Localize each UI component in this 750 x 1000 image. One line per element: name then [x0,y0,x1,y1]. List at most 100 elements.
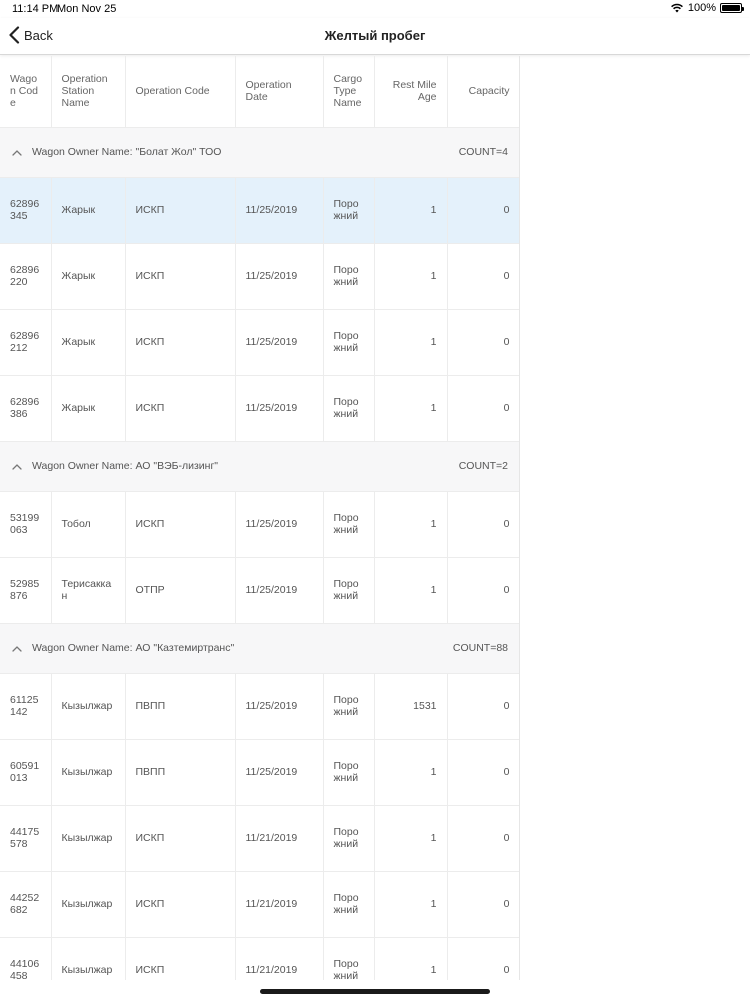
wagon-code-cell: 44106458 [0,937,52,980]
group-cell[interactable]: Wagon Owner Name: АО "ВЭБ-лизинг" COUNT=2 [0,440,519,492]
rest-mile-age-cell: 1 [374,739,448,806]
operation-date-cell: 11/25/2019 [235,557,324,624]
group-header[interactable]: Wagon Owner Name: "Болат Жол" ТОО COUNT=4 [12,146,508,158]
table-row[interactable]: 44175578 Кызылжар ИСКП 11/21/2019 Порожний 1 0 [0,805,519,872]
cargo-type-cell: Порожний [323,739,375,806]
operation-date-cell: 11/25/2019 [235,177,324,244]
group-count: COUNT=4 [458,146,508,158]
cargo-type-cell: Порожний [323,557,375,624]
capacity-cell: 0 [447,557,519,624]
group-cell[interactable]: Wagon Owner Name: АО "Казтемиртранс" COUN… [0,622,519,674]
group-header[interactable]: Wagon Owner Name: АО "ВЭБ-лизинг" COUNT=2 [12,460,508,472]
table-row[interactable]: 61125142 Кызылжар ПВПП 11/25/2019 Порожний 15… [0,673,519,740]
station-name-cell: Жарык [51,375,126,442]
group-left: Wagon Owner Name: АО "ВЭБ-лизинг" [12,460,218,472]
rest-mile-age-cell: 1 [374,375,448,442]
column-header-wagon-code[interactable]: Wagon Code [0,56,52,127]
station-name-cell: Терисаккан [51,557,126,624]
navigation-bar: Back Желтый пробег [0,18,750,55]
group-header[interactable]: Wagon Owner Name: АО "Казтемиртранс" COUN… [12,642,508,654]
station-name-cell: Кызылжар [51,871,126,938]
rest-mile-age-cell: 1531 [374,673,448,740]
wagon-code-cell: 52985876 [0,557,52,624]
rest-mile-age-cell: 1 [374,243,448,310]
column-header-cargo-type[interactable]: Cargo Type Name [323,56,375,127]
table-row[interactable]: 44106458 Кызылжар ИСКП 11/21/2019 Порожний 1 0 [0,937,519,980]
status-date: Mon Nov 25 [57,3,117,15]
operation-date-cell: 11/25/2019 [235,673,324,740]
capacity-cell: 0 [447,937,519,980]
operation-date-cell: 11/21/2019 [235,871,324,938]
data-grid[interactable]: Wagon Code Operation Station Name Operat… [0,56,520,980]
cargo-type-cell: Порожний [323,673,375,740]
operation-date-cell: 11/25/2019 [235,491,324,558]
cargo-type-cell: Порожний [323,491,375,558]
operation-date-cell: 11/25/2019 [235,243,324,310]
operation-date-cell: 11/21/2019 [235,937,324,980]
wagon-code-cell: 62896212 [0,309,52,376]
group-cell[interactable]: Wagon Owner Name: "Болат Жол" ТОО COUNT=4 [0,126,519,178]
home-indicator [260,989,490,994]
capacity-cell: 0 [447,871,519,938]
wagon-code-cell: 60591013 [0,739,52,806]
operation-date-cell: 11/25/2019 [235,309,324,376]
capacity-cell: 0 [447,375,519,442]
wagon-code-cell: 62896386 [0,375,52,442]
group-label: Wagon Owner Name: АО "Казтемиртранс" [32,642,235,654]
group-row[interactable]: Wagon Owner Name: АО "Казтемиртранс" COUN… [0,622,519,674]
cargo-type-cell: Порожний [323,871,375,938]
status-right: 100% [670,2,744,14]
cargo-type-cell: Порожний [323,177,375,244]
station-name-cell: Тобол [51,491,126,558]
chevron-up-icon[interactable] [12,645,22,652]
operation-code-cell: ИСКП [125,871,236,938]
operation-code-cell: ИСКП [125,805,236,872]
status-time: 11:14 PM [12,3,59,15]
wagon-code-cell: 53199063 [0,491,52,558]
table-row[interactable]: 44252682 Кызылжар ИСКП 11/21/2019 Порожний 1 0 [0,871,519,938]
table-row[interactable]: 60591013 Кызылжар ПВПП 11/25/2019 Порожний 1 0 [0,739,519,806]
chevron-up-icon[interactable] [12,463,22,470]
operation-code-cell: ИСКП [125,177,236,244]
cargo-type-cell: Порожний [323,309,375,376]
table-row[interactable]: 52985876 Терисаккан ОТПР 11/25/2019 Порожний… [0,557,519,624]
table-row[interactable]: 53199063 Тобол ИСКП 11/25/2019 Порожний 1 0 [0,491,519,558]
wifi-icon [670,3,683,13]
rest-mile-age-cell: 1 [374,871,448,938]
table-row[interactable]: 62896386 Жарык ИСКП 11/25/2019 Порожний 1 0 [0,375,519,442]
operation-code-cell: ИСКП [125,243,236,310]
station-name-cell: Кызылжар [51,739,126,806]
capacity-cell: 0 [447,805,519,872]
group-row[interactable]: Wagon Owner Name: АО "ВЭБ-лизинг" COUNT=2 [0,440,519,492]
header-row: Wagon Code Operation Station Name Operat… [0,56,519,127]
capacity-cell: 0 [447,309,519,376]
station-name-cell: Жарык [51,243,126,310]
column-header-rest-mile-age[interactable]: Rest Mile Age [374,56,448,127]
operation-code-cell: ПВПП [125,673,236,740]
table-row[interactable]: 62896220 Жарык ИСКП 11/25/2019 Порожний 1 0 [0,243,519,310]
wagon-code-cell: 62896345 [0,177,52,244]
capacity-cell: 0 [447,177,519,244]
capacity-cell: 0 [447,243,519,310]
wagon-code-cell: 44175578 [0,805,52,872]
chevron-up-icon[interactable] [12,149,22,156]
group-row[interactable]: Wagon Owner Name: "Болат Жол" ТОО COUNT=4 [0,126,519,178]
operation-code-cell: ИСКП [125,937,236,980]
column-header-capacity[interactable]: Capacity [447,56,519,127]
group-left: Wagon Owner Name: АО "Казтемиртранс" [12,642,234,654]
capacity-cell: 0 [447,673,519,740]
table-row[interactable]: 62896212 Жарык ИСКП 11/25/2019 Порожний 1 0 [0,309,519,376]
station-name-cell: Кызылжар [51,805,126,872]
table-row[interactable]: 62896345 Жарык ИСКП 11/25/2019 Порожний 1 0 [0,177,519,244]
column-header-operation-date[interactable]: Operation Date [235,56,324,127]
column-header-station-name[interactable]: Operation Station Name [51,56,126,127]
cargo-type-cell: Порожний [323,243,375,310]
status-bar: 11:14 PM Mon Nov 25 100% [0,0,750,18]
column-header-operation-code[interactable]: Operation Code [125,56,236,127]
operation-date-cell: 11/25/2019 [235,739,324,806]
rest-mile-age-cell: 1 [374,937,448,980]
wagon-code-cell: 62896220 [0,243,52,310]
operation-code-cell: ОТПР [125,557,236,624]
cargo-type-cell: Порожний [323,805,375,872]
rest-mile-age-cell: 1 [374,177,448,244]
